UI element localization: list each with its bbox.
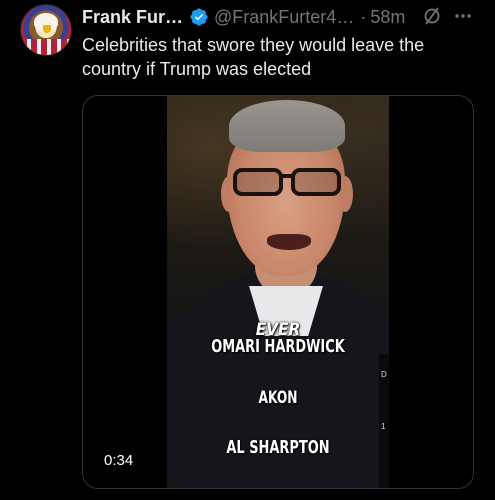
edge-letter-1: D bbox=[381, 370, 387, 379]
avatar-flag-stripes bbox=[21, 39, 71, 55]
edge-letter-2: 1 bbox=[381, 422, 386, 431]
caption-name-3: AL SHARPTON bbox=[226, 437, 330, 458]
tweet-text: Celebrities that swore they would leave … bbox=[82, 35, 425, 79]
avatar[interactable] bbox=[20, 4, 72, 56]
caption-name-1: OMARI HARDWICK bbox=[211, 336, 345, 357]
author-display-name[interactable]: Frank Fur… bbox=[82, 7, 183, 28]
more-options-icon[interactable] bbox=[452, 5, 474, 27]
mouth bbox=[267, 234, 311, 250]
tweet[interactable]: Frank Fur… @FrankFurter4… · 58m Celebrit… bbox=[0, 0, 495, 500]
verified-badge-icon[interactable] bbox=[189, 7, 209, 27]
video-player[interactable]: EVER OMARI HARDWICK AKON AL SHARPTON D 1… bbox=[82, 95, 474, 489]
author-handle[interactable]: @FrankFurter4… bbox=[214, 7, 354, 28]
avatar-beak bbox=[43, 25, 51, 33]
glasses bbox=[233, 168, 341, 196]
caption-name-2: AKON bbox=[258, 388, 298, 408]
separator-dot: · bbox=[360, 6, 367, 27]
timestamp[interactable]: 58m bbox=[370, 7, 405, 28]
tweet-header: Frank Fur… @FrankFurter4… · 58m bbox=[82, 5, 405, 29]
video-frame[interactable]: EVER OMARI HARDWICK AKON AL SHARPTON bbox=[167, 96, 389, 488]
hair bbox=[229, 100, 345, 152]
video-edge-strip: D 1 bbox=[379, 354, 389, 488]
grok-icon[interactable] bbox=[422, 6, 442, 26]
video-duration-badge: 0:34 bbox=[99, 450, 139, 471]
